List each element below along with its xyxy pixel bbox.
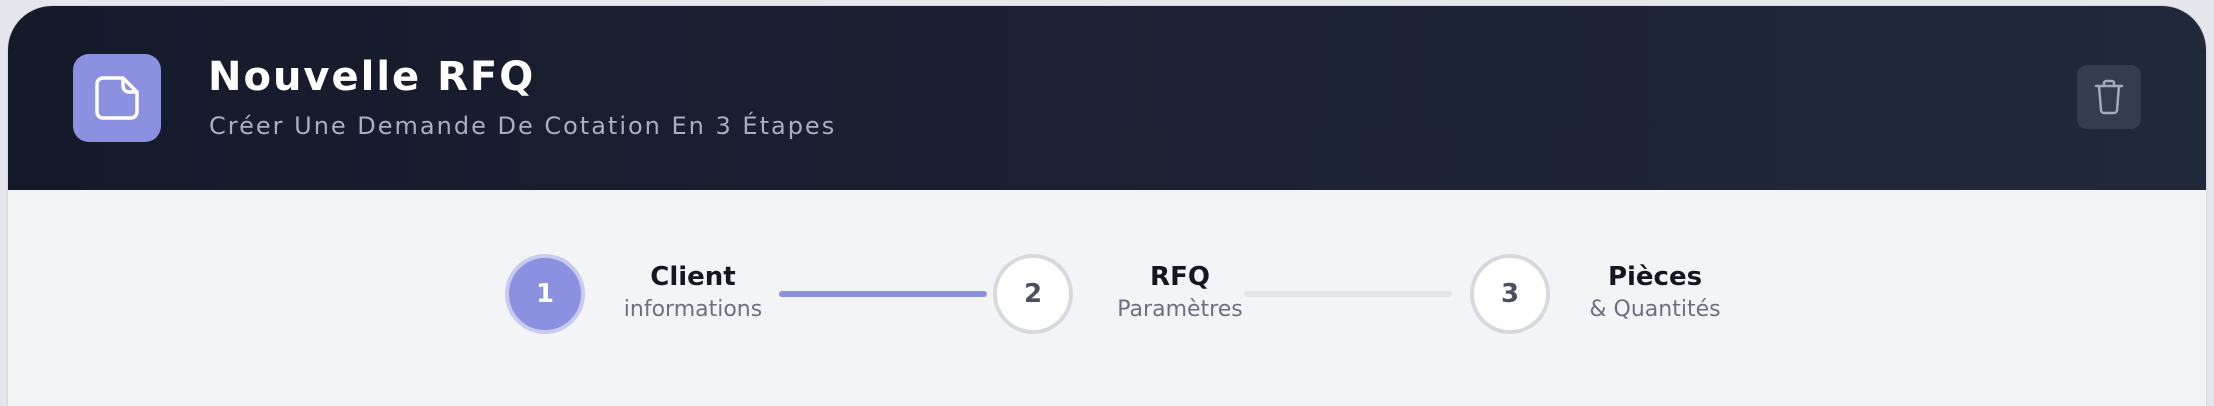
step-1-number: 1	[535, 279, 555, 309]
step-3-sublabel: & Quantités	[1589, 297, 1721, 322]
delete-button[interactable]	[2077, 65, 2141, 129]
step-1-sublabel: informations	[623, 297, 763, 322]
step-3-circle[interactable]: 3	[1470, 254, 1550, 334]
step-1-circle[interactable]: 1	[505, 254, 585, 334]
page-subtitle: Créer Une Demande De Cotation En 3 Étape…	[209, 112, 837, 140]
rfq-wizard-card: Nouvelle RFQ Créer Une Demande De Cotati…	[8, 6, 2206, 406]
step-connector-1	[779, 291, 987, 297]
step-2-number: 2	[1023, 279, 1043, 309]
step-3-label: Pièces	[1607, 262, 1703, 292]
wizard-header: Nouvelle RFQ Créer Une Demande De Cotati…	[8, 6, 2206, 190]
step-2-circle[interactable]: 2	[993, 254, 1073, 334]
app-icon-tile	[73, 54, 161, 142]
step-1-label: Client	[650, 262, 736, 292]
step-2-sublabel: Paramètres	[1117, 297, 1243, 322]
trash-icon	[2094, 79, 2124, 115]
stepper: 1 Client informations 2 RFQ Paramètres 3…	[8, 190, 2206, 400]
step-connector-2	[1244, 291, 1452, 297]
page-title: Nouvelle RFQ	[208, 54, 536, 100]
step-2-label: RFQ	[1150, 262, 1210, 292]
step-3-number: 3	[1500, 279, 1520, 309]
document-icon	[95, 76, 139, 120]
